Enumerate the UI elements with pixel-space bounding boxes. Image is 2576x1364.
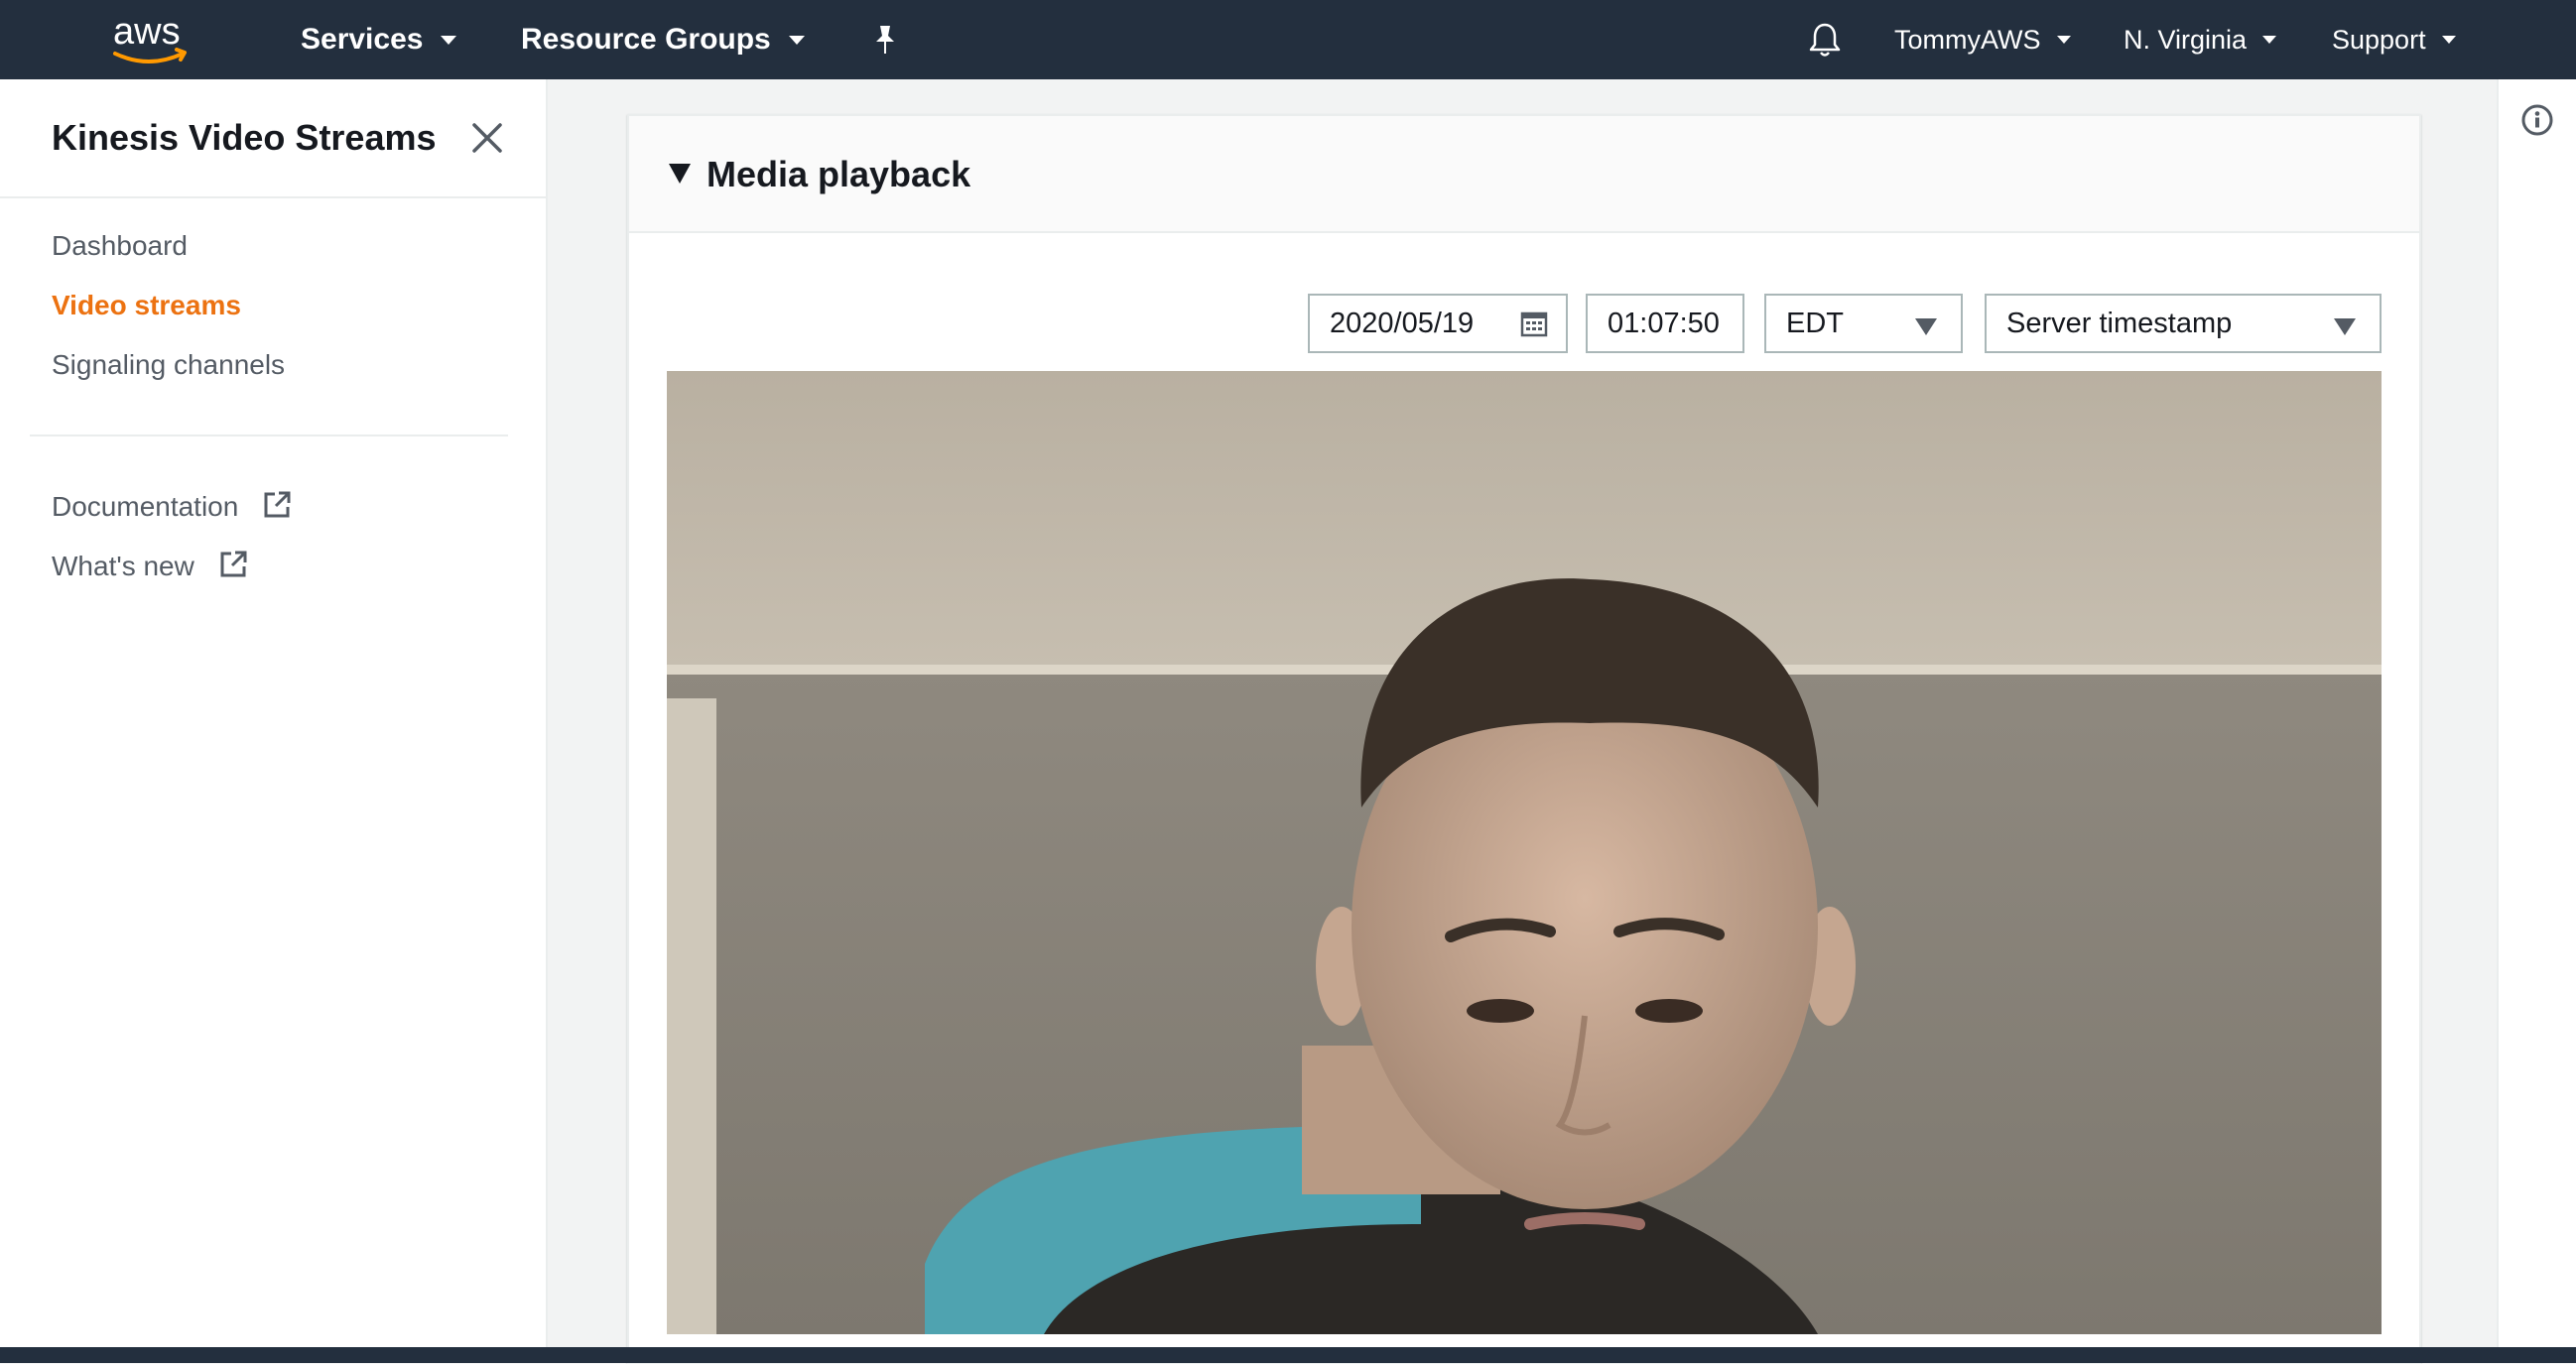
caret-down-icon[interactable] xyxy=(669,164,691,184)
sidebar-divider xyxy=(30,434,508,436)
chevron-down-icon xyxy=(788,35,805,45)
support-label: Support xyxy=(2332,24,2426,55)
chevron-down-icon xyxy=(2262,36,2277,44)
chevron-down-icon xyxy=(2441,36,2456,44)
sidebar-item-video-streams[interactable]: Video streams xyxy=(52,290,241,321)
video-player[interactable] xyxy=(667,371,2382,1334)
sidebar-link-whats-new[interactable]: What's new xyxy=(52,550,248,586)
services-menu[interactable]: Services xyxy=(301,0,457,79)
video-frame xyxy=(667,371,2382,1334)
account-menu[interactable]: TommyAWS xyxy=(1894,0,2071,79)
date-input[interactable]: 2020/05/19 xyxy=(1308,294,1568,353)
caret-down-icon xyxy=(1915,318,1937,335)
account-label: TommyAWS xyxy=(1894,24,2041,55)
pin-icon[interactable] xyxy=(871,0,899,79)
bell-icon[interactable] xyxy=(1808,0,1842,79)
timezone-select[interactable]: EDT xyxy=(1764,294,1963,353)
timezone-value: EDT xyxy=(1786,307,1844,339)
services-label: Services xyxy=(301,23,424,56)
sidebar: Kinesis Video Streams Dashboard Video st… xyxy=(0,79,548,1347)
support-menu[interactable]: Support xyxy=(2332,0,2456,79)
media-playback-panel: Media playback 2020/05/19 01:07:50 EDT S… xyxy=(627,114,2421,1364)
aws-logo[interactable]: aws xyxy=(107,8,196,71)
region-label: N. Virginia xyxy=(2124,24,2248,55)
sidebar-divider xyxy=(0,196,548,198)
date-value: 2020/05/19 xyxy=(1330,307,1475,339)
external-link-icon xyxy=(218,550,248,586)
caret-down-icon xyxy=(2334,318,2356,335)
time-value: 01:07:50 xyxy=(1608,307,1720,339)
top-navigation-bar: aws Services Resource Groups TommyAWS N.… xyxy=(0,0,2576,79)
resource-groups-menu[interactable]: Resource Groups xyxy=(521,0,805,79)
chevron-down-icon xyxy=(441,35,457,45)
aws-logo-text: aws xyxy=(113,11,181,53)
panel-title: Media playback xyxy=(707,154,971,194)
resource-groups-label: Resource Groups xyxy=(521,23,771,56)
sidebar-title: Kinesis Video Streams xyxy=(52,117,437,158)
documentation-label: Documentation xyxy=(52,490,239,522)
whats-new-label: What's new xyxy=(52,550,194,581)
timestamp-type-value: Server timestamp xyxy=(2006,307,2233,339)
main-content: Media playback 2020/05/19 01:07:50 EDT S… xyxy=(550,79,2497,1364)
chevron-down-icon xyxy=(2056,36,2071,44)
external-link-icon xyxy=(262,490,292,527)
region-menu[interactable]: N. Virginia xyxy=(2124,0,2277,79)
right-rail xyxy=(2497,79,2576,1347)
info-icon[interactable] xyxy=(2520,103,2554,137)
time-input[interactable]: 01:07:50 xyxy=(1586,294,1744,353)
sidebar-item-dashboard[interactable]: Dashboard xyxy=(52,230,188,262)
calendar-icon[interactable] xyxy=(1520,310,1548,345)
sidebar-item-signaling-channels[interactable]: Signaling channels xyxy=(52,349,285,381)
panel-header[interactable]: Media playback xyxy=(629,116,2419,233)
timestamp-type-select[interactable]: Server timestamp xyxy=(1985,294,2382,353)
sidebar-link-documentation[interactable]: Documentation xyxy=(52,490,292,527)
footer-bar xyxy=(0,1347,2576,1363)
close-icon[interactable] xyxy=(468,119,506,157)
